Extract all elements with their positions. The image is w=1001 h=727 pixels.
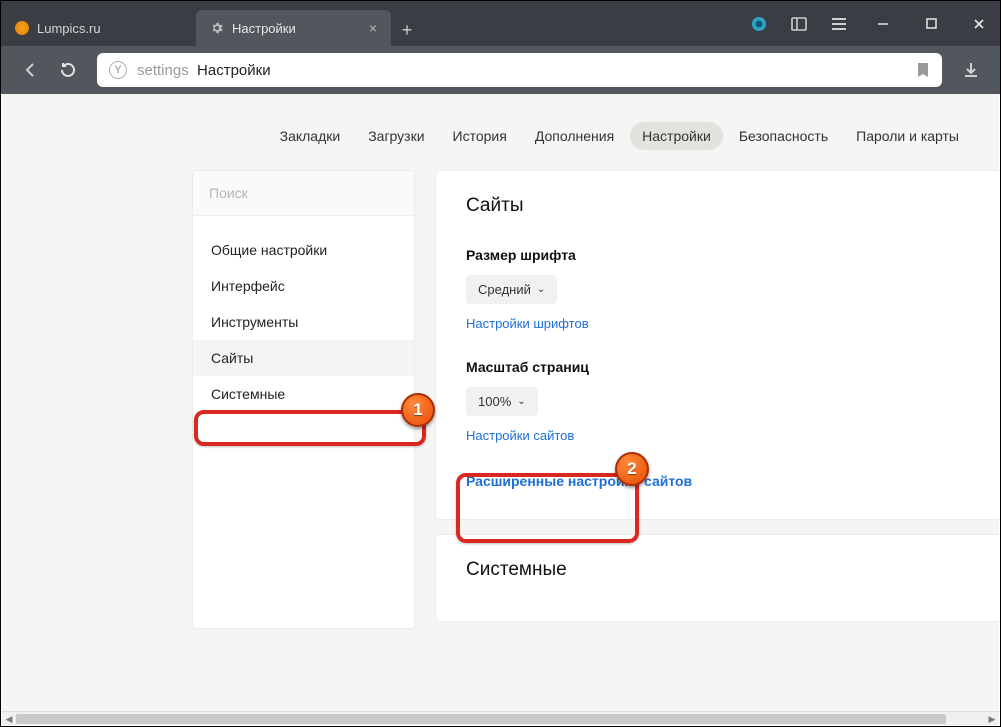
zoom-value: 100% [478, 394, 511, 409]
font-size-dropdown[interactable]: Средний ⌄ [466, 275, 557, 304]
card-system: Системные [435, 534, 999, 622]
profile-icon[interactable] [750, 15, 768, 33]
topnav-security[interactable]: Безопасность [727, 122, 840, 150]
annotation-badge-1: 1 [401, 393, 435, 427]
topnav-settings[interactable]: Настройки [630, 122, 723, 150]
font-size-value: Средний [478, 282, 531, 297]
menu-icon[interactable] [830, 15, 848, 33]
reload-button[interactable] [59, 61, 77, 79]
zoom-dropdown[interactable]: 100% ⌄ [466, 387, 538, 416]
yandex-icon: Y [109, 61, 127, 79]
tab-settings[interactable]: Настройки × [196, 10, 391, 46]
bookmark-icon[interactable] [916, 62, 930, 78]
advanced-sites-link[interactable]: Расширенные настройки сайтов [466, 473, 692, 489]
minimize-button[interactable] [870, 11, 896, 37]
navbar: Y settings Настройки [1, 46, 1000, 94]
topnav-bookmarks[interactable]: Закладки [268, 122, 353, 150]
chevron-down-icon: ⌄ [517, 396, 525, 407]
topnav-addons[interactable]: Дополнения [523, 122, 626, 150]
sidebar-toggle-icon[interactable] [790, 15, 808, 33]
close-button[interactable] [966, 11, 992, 37]
topnav-passwords[interactable]: Пароли и карты [844, 122, 971, 150]
topnav-downloads[interactable]: Загрузки [356, 122, 436, 150]
content-area: Закладки Загрузки История Дополнения Нас… [2, 94, 999, 711]
address-bar[interactable]: Y settings Настройки [97, 53, 942, 87]
topnav-history[interactable]: История [441, 122, 519, 150]
sidebar-item-general[interactable]: Общие настройки [193, 232, 414, 268]
annotation-badge-2: 2 [615, 452, 649, 486]
tab-title: Настройки [232, 21, 296, 36]
settings-sidebar: Поиск Общие настройки Интерфейс Инструме… [192, 170, 415, 629]
sidebar-item-tools[interactable]: Инструменты [193, 304, 414, 340]
search-placeholder: Поиск [209, 185, 248, 201]
back-button[interactable] [21, 61, 39, 79]
font-size-label: Размер шрифта [466, 247, 970, 263]
tab-lumpics[interactable]: Lumpics.ru [1, 10, 196, 46]
scroll-right-icon[interactable]: ▶ [985, 712, 999, 726]
font-settings-link[interactable]: Настройки шрифтов [466, 316, 589, 331]
chevron-down-icon: ⌄ [537, 284, 545, 295]
settings-topnav: Закладки Загрузки История Дополнения Нас… [2, 94, 999, 170]
horizontal-scrollbar[interactable]: ◀ ▶ [2, 711, 999, 725]
address-text: settings Настройки [137, 62, 271, 79]
sidebar-item-system[interactable]: Системные [193, 376, 414, 412]
sidebar-item-interface[interactable]: Интерфейс [193, 268, 414, 304]
scroll-left-icon[interactable]: ◀ [2, 712, 16, 726]
search-input[interactable]: Поиск [193, 171, 414, 216]
titlebar: Lumpics.ru Настройки × + [1, 1, 1000, 46]
gear-icon [210, 21, 224, 35]
card-title: Сайты [466, 195, 970, 217]
scrollbar-thumb[interactable] [16, 714, 946, 724]
tab-title: Lumpics.ru [37, 21, 101, 36]
close-icon[interactable]: × [369, 20, 377, 36]
sites-settings-link[interactable]: Настройки сайтов [466, 428, 574, 443]
maximize-button[interactable] [918, 11, 944, 37]
card-title: Системные [466, 559, 970, 581]
downloads-icon[interactable] [962, 61, 980, 79]
sidebar-item-sites[interactable]: Сайты [193, 340, 414, 376]
new-tab-button[interactable]: + [391, 14, 423, 46]
favicon-lumpics [15, 21, 29, 35]
zoom-label: Масштаб страниц [466, 359, 970, 375]
card-sites: Сайты Размер шрифта Средний ⌄ Настройки … [435, 170, 999, 520]
